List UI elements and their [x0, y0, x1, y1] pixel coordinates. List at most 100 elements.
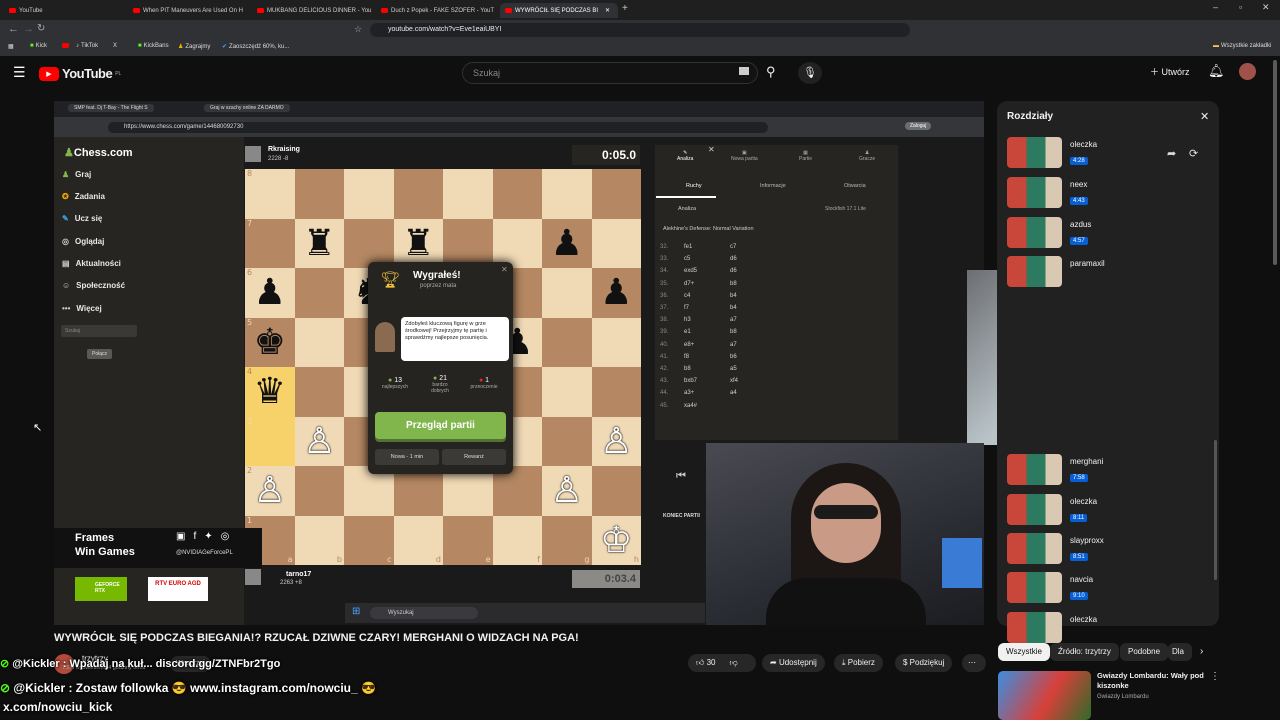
bookmark-star-icon[interactable]: ☆	[354, 24, 362, 35]
chapter-item[interactable]: navcia 9:10	[1007, 572, 1093, 603]
file-label: h	[633, 555, 639, 564]
page-scrollbar[interactable]	[1273, 60, 1277, 265]
chess-nav-social: ☺ Społeczność	[62, 281, 126, 290]
chapter-item[interactable]: neex 4:43	[1007, 177, 1088, 208]
menu-icon[interactable]: ☰	[13, 64, 26, 81]
chapter-item[interactable]: merghani 7:58	[1007, 454, 1103, 485]
guest-monitor	[942, 538, 982, 588]
guest-top	[766, 578, 926, 625]
like-count: 30	[706, 658, 716, 667]
recommended-thumbnail[interactable]	[998, 671, 1091, 720]
bookmark-zagrajmy[interactable]: ♟ Zagrajmy	[178, 43, 210, 51]
board-square	[591, 169, 641, 219]
board-square: c	[344, 515, 394, 565]
share-button[interactable]: ➦ Udostępnij	[762, 654, 825, 672]
bookmark-tiktok[interactable]: ♪ TikTok	[76, 43, 98, 49]
panel-tab-label: Gracze	[859, 156, 876, 162]
back-icon[interactable]: ←	[8, 23, 19, 35]
stat-num: 13	[394, 377, 402, 384]
black-move: c7	[730, 244, 737, 250]
chapter-item[interactable]: slayproxx 8:51	[1007, 533, 1104, 564]
board-square: ♟	[542, 218, 592, 268]
rtv-badge: RTV EURO AGD	[148, 577, 208, 601]
keyboard-icon[interactable]	[739, 67, 749, 75]
bookmark-deal[interactable]: ✔ Zaoszczędź 60%, ku...	[222, 43, 289, 51]
black-move: b8	[730, 280, 737, 287]
maximize-icon[interactable]: ▫	[1239, 2, 1242, 12]
top-clock: 0:05.0	[572, 145, 640, 165]
create-label: Utwórz	[1161, 67, 1190, 77]
more-vert-icon[interactable]: ⋮	[1210, 671, 1220, 682]
chapter-item[interactable]: oleczka	[1007, 612, 1097, 643]
share-icon[interactable]: ➦	[1167, 147, 1176, 160]
chess-piece: ♙	[303, 420, 336, 462]
youtube-icon	[133, 8, 140, 13]
board-square: ♔ h	[591, 515, 641, 565]
move-row: 42. b8 a5	[660, 366, 776, 372]
chess-nav-play: ♟ Graj	[62, 170, 92, 179]
scrollbar[interactable]	[1214, 440, 1217, 580]
board-square	[591, 466, 641, 516]
engine-label: Stockfish 17.1 Lite	[825, 206, 866, 212]
chess-nav-label: Społeczność	[76, 281, 126, 290]
apps-icon[interactable]: ▦	[8, 43, 14, 50]
create-button[interactable]: ＋ Utwórz	[1150, 65, 1190, 78]
close-window-icon[interactable]: ✕	[1262, 2, 1270, 13]
thanks-label: Podziękuj	[909, 658, 945, 667]
youtube-logo[interactable]: ▶ YouTube PL	[39, 66, 121, 81]
chess-nav-label: Graj	[75, 170, 92, 179]
white-move: f7	[684, 305, 690, 311]
reload-icon[interactable]: ↻	[37, 23, 45, 34]
loop-icon[interactable]: ⟳	[1189, 147, 1198, 160]
chip-source[interactable]: Źródło: trzytrzy	[1050, 643, 1119, 661]
all-bookmarks[interactable]: ▬ Wszystkie zakładki	[1213, 43, 1271, 49]
bookmark-x[interactable]: X	[113, 43, 117, 49]
dislike-icon[interactable]: 👎︎	[730, 658, 738, 667]
chip-for-you[interactable]: Dla	[1168, 643, 1192, 661]
board-square: e	[443, 515, 493, 565]
chess-nav-label: Więcej	[76, 304, 102, 313]
chapter-item[interactable]: oleczka 4:28	[1007, 137, 1097, 168]
close-icon[interactable]: ✕	[605, 7, 610, 14]
search-input[interactable]: Szukaj	[462, 62, 758, 84]
chapter-item[interactable]: oleczka 8:11	[1007, 494, 1097, 525]
browser-tab[interactable]: When PIT Maneuvers Are Used On H	[128, 3, 248, 18]
chess-nav-label: Oglądaj	[74, 237, 105, 246]
minimize-icon[interactable]: –	[1213, 2, 1218, 12]
mic-icon[interactable]: 🎙︎	[798, 62, 822, 84]
board-square	[542, 169, 592, 219]
download-button[interactable]: ⤓ Pobierz	[834, 654, 883, 672]
board-square: ♙ 2	[245, 466, 295, 516]
recommended-title[interactable]: Gwiazdy Lombardu: Wały pod kiszonke	[1097, 671, 1207, 691]
browser-tab[interactable]: Duch z Popek - FAKE SZOFER - YouT	[376, 3, 496, 18]
thanks-button[interactable]: $ Podziękuj	[895, 654, 953, 672]
search-icon[interactable]: ⚲	[766, 64, 776, 80]
chip-related[interactable]: Podobne	[1120, 643, 1169, 661]
bookmark-label: Kick	[35, 43, 47, 49]
browser-tab-active[interactable]: WYWRÓCIŁ SIĘ PODCZAS BI ✕	[500, 3, 618, 18]
youtube-icon[interactable]	[62, 43, 69, 48]
bookmark-kick[interactable]: ■ Kick	[30, 43, 47, 49]
move-number: 43.	[660, 378, 669, 385]
bookmark-kickbans[interactable]: ■ KickBans	[138, 43, 169, 49]
chapter-thumbnail	[1007, 177, 1062, 208]
browser-tab[interactable]: MUKBANG DELICIOUS DINNER - You	[252, 3, 372, 18]
chip-all[interactable]: Wszystkie	[998, 643, 1050, 661]
more-options-button[interactable]: ⋯	[962, 654, 986, 672]
bell-icon[interactable]: 🔔︎	[1208, 63, 1225, 79]
chapter-thumbnail	[1007, 137, 1062, 168]
chapter-item[interactable]: azdus 4:57	[1007, 217, 1091, 248]
like-dislike[interactable]: 👍︎ 30 👎︎	[688, 654, 756, 672]
stream-tab: Graj w szachy online ZA DARMO	[204, 104, 290, 112]
new-tab-icon[interactable]: +	[622, 3, 628, 14]
like-icon[interactable]: 👍︎	[696, 658, 704, 667]
browser-tab[interactable]: YouTube	[4, 3, 124, 18]
address-bar[interactable]: youtube.com/watch?v=Eve1eaiUBYI	[370, 23, 910, 37]
avatar[interactable]	[1239, 63, 1256, 80]
rtv-label: RTV EURO AGD	[155, 581, 201, 587]
forward-icon[interactable]: →	[23, 23, 34, 35]
close-icon[interactable]: ✕	[1200, 110, 1209, 123]
chevron-right-icon[interactable]: ›	[1200, 646, 1203, 657]
rank-label: 2	[247, 466, 253, 475]
chapter-item[interactable]: paramaxil	[1007, 256, 1105, 287]
